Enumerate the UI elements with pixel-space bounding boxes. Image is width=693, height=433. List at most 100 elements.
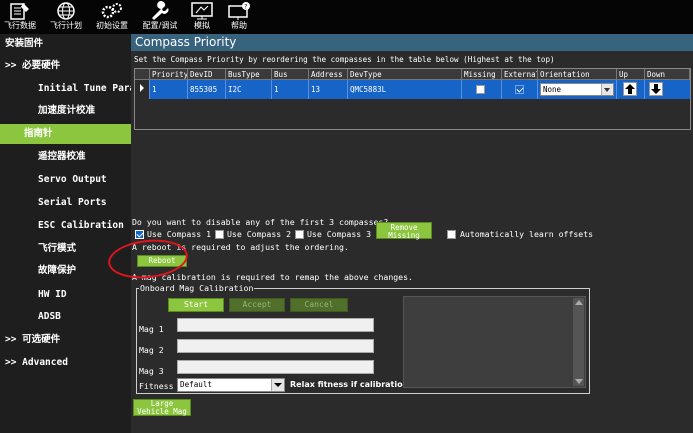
onboard-mag-calibration-legend: Onboard Mag Calibration xyxy=(139,283,255,293)
scrollbar[interactable] xyxy=(573,298,584,386)
mag-2-label: Mag 2 xyxy=(139,345,164,355)
help-monitor-icon: ? xyxy=(228,2,250,20)
column-header-up[interactable]: Up xyxy=(617,69,645,80)
fitness-value: Default xyxy=(180,380,213,389)
sidebar-item-label: >> 可选硬件 xyxy=(5,334,61,345)
external-checkbox[interactable] xyxy=(515,85,524,94)
orientation-value: None xyxy=(543,85,562,94)
toolbar-help[interactable]: ? 帮助 xyxy=(222,0,256,34)
compass-priority-table[interactable]: Priority DevID BusType Bus Address DevTy… xyxy=(134,68,691,130)
toolbar-label: 飞行数据 xyxy=(4,21,36,30)
column-header-missing[interactable]: Missing xyxy=(462,69,502,80)
sidebar-item-label: Servo Output xyxy=(38,174,107,185)
mag-1-progress xyxy=(177,318,374,332)
toolbar-label: 飞行计划 xyxy=(50,21,82,30)
cancel-calibration-button[interactable]: Cancel xyxy=(290,298,348,312)
arrow-down-icon xyxy=(651,84,661,94)
accept-calibration-button[interactable]: Accept xyxy=(229,298,285,312)
cell-down[interactable] xyxy=(645,80,690,99)
column-header-bus[interactable]: Bus xyxy=(272,69,309,80)
sidebar: 安装固件 >> 必要硬件 Initial Tune Parameters 加速度… xyxy=(0,34,169,433)
sidebar-item-label: ADSB xyxy=(38,311,61,322)
dropdown-button[interactable] xyxy=(601,84,613,95)
toolbar-initial-setup[interactable]: 初始设置 xyxy=(92,0,132,34)
toolbar-simulation[interactable]: 模拟 xyxy=(186,0,218,34)
globe-icon xyxy=(57,2,75,20)
sidebar-item-optional-hardware[interactable]: >> 可选硬件 xyxy=(0,330,136,350)
move-down-button[interactable] xyxy=(649,82,663,96)
cell-bustype[interactable]: I2C xyxy=(226,80,272,99)
column-header-address[interactable]: Address xyxy=(309,69,348,80)
move-up-button[interactable] xyxy=(623,82,637,96)
column-header-external[interactable]: External xyxy=(502,69,538,80)
flight-data-icon xyxy=(10,3,29,20)
use-compass-1-label[interactable]: Use Compass 1 xyxy=(147,229,211,239)
sidebar-item-label: >> 必要硬件 xyxy=(5,60,61,71)
cell-external[interactable] xyxy=(502,80,538,99)
mag-2-progress xyxy=(177,339,374,353)
sidebar-item-label: 指南针 xyxy=(24,128,53,139)
cell-missing[interactable] xyxy=(462,80,502,99)
use-compass-3-checkbox[interactable] xyxy=(295,230,304,239)
toolbar-label: 配置/调试 xyxy=(142,21,178,30)
use-compass-3-label[interactable]: Use Compass 3 xyxy=(307,229,371,239)
cell-up[interactable] xyxy=(617,80,645,99)
missing-checkbox[interactable] xyxy=(476,85,485,94)
disable-question: Do you want to disable any of the first … xyxy=(132,217,389,227)
cell-address[interactable]: 13 xyxy=(309,80,348,99)
sidebar-item-mandatory-hardware[interactable]: >> 必要硬件 xyxy=(0,56,136,76)
svg-text:?: ? xyxy=(244,4,247,11)
orientation-select[interactable]: None xyxy=(540,83,614,96)
column-header-orientation[interactable]: Orientation xyxy=(538,69,617,80)
mag-3-label: Mag 3 xyxy=(139,366,164,376)
mag-3-progress xyxy=(177,360,374,374)
remove-missing-button[interactable]: Remove Missing xyxy=(376,222,432,240)
mag-1-label: Mag 1 xyxy=(139,324,164,334)
sidebar-item-label: 加速度计校准 xyxy=(38,105,96,116)
use-compass-1-checkbox[interactable] xyxy=(135,230,144,239)
chevron-down-icon xyxy=(274,383,282,387)
toolbar-label: 模拟 xyxy=(194,21,210,30)
toolbar-flight-data[interactable]: 飞行数据 xyxy=(0,0,40,34)
sidebar-item-label: 飞行模式 xyxy=(38,243,77,254)
sidebar-item-label: HW ID xyxy=(38,289,67,300)
row-header-corner xyxy=(135,69,150,80)
toolbar-flight-plan[interactable]: 飞行计划 xyxy=(46,0,86,34)
arrow-up-icon xyxy=(625,84,635,94)
column-header-devid[interactable]: DevID xyxy=(188,69,226,80)
sidebar-item-advanced[interactable]: >> Advanced xyxy=(0,353,136,373)
column-header-priority[interactable]: Priority xyxy=(150,69,188,80)
column-header-bustype[interactable]: BusType xyxy=(226,69,272,80)
sidebar-item-label: Serial Ports xyxy=(38,197,107,208)
sidebar-item-label: ESC Calibration xyxy=(38,220,124,231)
use-compass-2-label[interactable]: Use Compass 2 xyxy=(227,229,291,239)
cell-bus[interactable]: 1 xyxy=(272,80,309,99)
sidebar-item-install-firmware[interactable]: 安装固件 xyxy=(0,34,136,54)
toolbar-label: 帮助 xyxy=(231,21,247,30)
fitness-label: Fitness xyxy=(139,381,174,391)
column-header-devtype[interactable]: DevType xyxy=(348,69,462,80)
cell-orientation[interactable]: None xyxy=(538,80,617,99)
cell-devtype[interactable]: QMC5883L xyxy=(348,80,462,99)
large-vehicle-mag-button[interactable]: Large Vehicle Mag xyxy=(133,399,191,416)
auto-learn-offsets-label[interactable]: Automatically learn offsets xyxy=(460,229,593,239)
sidebar-item-label: 故障保护 xyxy=(38,265,77,276)
sidebar-item-label: 遥控器校准 xyxy=(38,151,86,162)
cell-priority[interactable]: 1 xyxy=(150,80,188,99)
table-row[interactable]: 1 855305 I2C 1 13 QMC5883L None xyxy=(135,80,690,99)
dropdown-button[interactable] xyxy=(271,379,284,391)
instructions-text: Set the Compass Priority by reordering t… xyxy=(134,55,555,64)
gears-icon xyxy=(101,3,122,19)
mag-cal-note: A mag calibration is required to remap t… xyxy=(132,272,413,282)
row-pointer-icon xyxy=(140,84,144,92)
start-calibration-button[interactable]: Start xyxy=(168,298,224,312)
column-header-down[interactable]: Down xyxy=(645,69,690,80)
toolbar-config-tuning[interactable]: 配置/调试 xyxy=(136,0,184,34)
cell-devid[interactable]: 855305 xyxy=(188,80,226,99)
row-header[interactable] xyxy=(135,80,150,99)
use-compass-2-checkbox[interactable] xyxy=(215,230,224,239)
monitor-icon xyxy=(191,2,213,20)
fitness-select[interactable]: Default xyxy=(177,378,285,392)
auto-learn-offsets-checkbox[interactable] xyxy=(447,230,456,239)
calibration-log-area[interactable] xyxy=(403,296,586,388)
